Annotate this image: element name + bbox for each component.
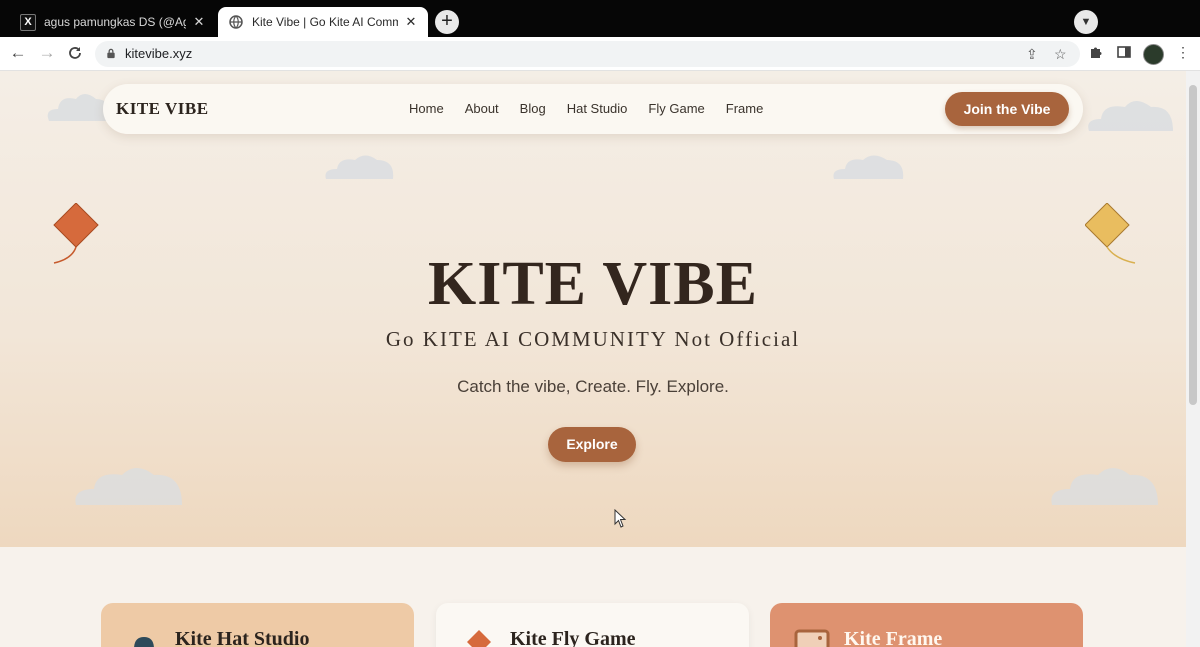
- nav-link-hat-studio[interactable]: Hat Studio: [567, 101, 628, 116]
- nav-link-frame[interactable]: Frame: [726, 101, 764, 116]
- card-title: Kite Hat Studio: [175, 628, 310, 647]
- cloud-icon: [75, 468, 182, 505]
- explore-button[interactable]: Explore: [548, 427, 636, 462]
- browser-toolbar: ← → kitevibe.xyz ⇪ ☆ ⋮: [0, 37, 1200, 71]
- close-icon[interactable]: ✕: [192, 14, 206, 30]
- close-icon[interactable]: ✕: [404, 14, 418, 30]
- card-fly-game[interactable]: Kite Fly Game: [436, 603, 749, 647]
- lock-icon: [107, 48, 115, 59]
- address-bar[interactable]: kitevibe.xyz ⇪ ☆: [95, 41, 1080, 67]
- globe-icon: [228, 14, 244, 30]
- cloud-icon: [833, 155, 904, 179]
- nav-link-about[interactable]: About: [465, 101, 499, 116]
- card-title: Kite Fly Game: [510, 628, 636, 647]
- browser-tab-twitter[interactable]: X agus pamungkas DS (@Agus_pa ✕: [10, 7, 216, 37]
- forward-arrow-icon[interactable]: →: [37, 43, 57, 63]
- tab-search-chevron-icon[interactable]: ▼: [1074, 10, 1098, 34]
- reload-icon[interactable]: [65, 43, 85, 63]
- hero-tagline: Catch the vibe, Create. Fly. Explore.: [457, 377, 729, 396]
- nav-link-fly-game[interactable]: Fly Game: [648, 101, 704, 116]
- nav-link-blog[interactable]: Blog: [520, 101, 546, 116]
- url-text: kitevibe.xyz: [125, 46, 193, 61]
- menu-kebab-icon[interactable]: ⋮: [1176, 44, 1190, 61]
- page-scrollbar[interactable]: [1186, 71, 1200, 647]
- kite-icon: [467, 630, 491, 647]
- card-title: Kite Frame: [844, 628, 943, 647]
- tab-title: agus pamungkas DS (@Agus_pa: [44, 15, 186, 29]
- cloud-icon: [1051, 468, 1158, 505]
- extensions-puzzle-icon[interactable]: [1089, 45, 1103, 62]
- site-navbar: KITE VIBE Home About Blog Hat Studio Fly…: [103, 84, 1083, 134]
- bookmark-star-icon[interactable]: ☆: [1054, 46, 1067, 63]
- new-tab-button[interactable]: +: [435, 10, 459, 34]
- browser-tab-bar: X agus pamungkas DS (@Agus_pa ✕ Kite Vib…: [0, 0, 1200, 37]
- page-viewport: KITE VIBE Home About Blog Hat Studio Fly…: [0, 71, 1186, 647]
- side-panel-icon[interactable]: [1117, 45, 1131, 62]
- card-hat-studio[interactable]: Kite Hat Studio: [101, 603, 414, 647]
- browser-tab-kitevibe[interactable]: Kite Vibe | Go Kite AI Community ✕: [218, 7, 428, 37]
- hat-icon: [134, 637, 154, 647]
- profile-avatar[interactable]: [1143, 44, 1164, 65]
- cloud-icon: [325, 155, 394, 179]
- cloud-icon: [1088, 101, 1173, 131]
- x-logo-icon: X: [20, 13, 36, 31]
- nav-link-home[interactable]: Home: [409, 101, 444, 116]
- share-icon[interactable]: ⇪: [1026, 46, 1038, 63]
- hero-section: KITE VIBE Home About Blog Hat Studio Fly…: [0, 71, 1186, 547]
- scrollbar-thumb[interactable]: [1189, 85, 1197, 405]
- join-the-vibe-button[interactable]: Join the Vibe: [945, 92, 1069, 126]
- frame-icon: [794, 629, 830, 647]
- back-arrow-icon[interactable]: ←: [8, 43, 28, 63]
- mouse-cursor-icon: [614, 509, 627, 528]
- brand-logo[interactable]: KITE VIBE: [116, 99, 209, 119]
- card-frame[interactable]: Kite Frame: [770, 603, 1083, 647]
- hero-subtitle: Go KITE AI COMMUNITY Not Official: [385, 327, 801, 351]
- hero-title: KITE VIBE: [427, 250, 759, 318]
- tab-title: Kite Vibe | Go Kite AI Community: [252, 15, 398, 29]
- nav-links: Home About Blog Hat Studio Fly Game Fram…: [409, 101, 784, 116]
